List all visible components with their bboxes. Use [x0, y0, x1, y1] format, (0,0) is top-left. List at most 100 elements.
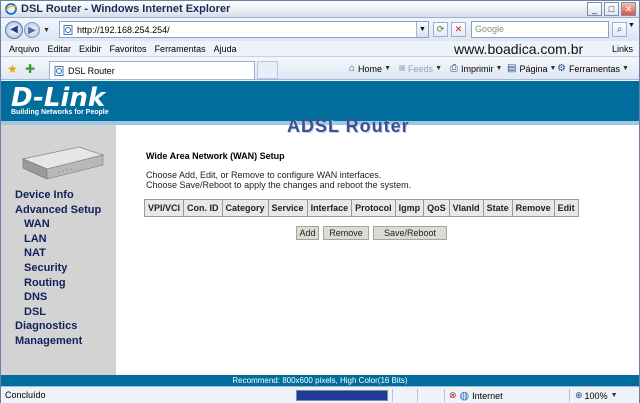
nav-dsl[interactable]: DSL — [15, 305, 101, 320]
page-viewport: D-Link Building Networks for People Devi… — [1, 81, 639, 386]
nav-diagnostics[interactable]: Diagnostics — [15, 319, 101, 334]
nav-dns[interactable]: DNS — [15, 290, 101, 305]
back-button[interactable]: ◀ — [5, 21, 23, 39]
col-igmp: Igmp — [394, 199, 425, 217]
feeds-dropdown-icon[interactable]: ▼ — [435, 65, 442, 72]
history-dropdown-icon[interactable]: ▼ — [43, 27, 50, 34]
page-button[interactable]: ▤ Página ▼ — [507, 63, 556, 74]
page-label: Página — [519, 63, 548, 74]
save-reboot-button[interactable]: Save/Reboot — [373, 226, 447, 240]
nav-device-info[interactable]: Device Info — [15, 188, 101, 203]
home-icon: ⌂ — [349, 63, 356, 74]
window-controls: _ □ ✕ — [587, 2, 636, 16]
status-separator — [417, 389, 418, 402]
favorites-star-icon[interactable]: ★ — [7, 62, 18, 76]
close-button[interactable]: ✕ — [621, 2, 636, 16]
col-edit: Edit — [553, 199, 579, 217]
page-dropdown-icon[interactable]: ▼ — [549, 65, 556, 72]
stop-icon[interactable]: ✕ — [451, 22, 466, 37]
links-toolbar[interactable]: Links — [612, 44, 633, 54]
address-dropdown-icon[interactable]: ▼ — [416, 22, 428, 37]
feeds-button[interactable]: ◙ Feeds ▼ — [399, 63, 442, 74]
page-menu-icon: ▤ — [507, 63, 517, 74]
status-text: Concluído — [5, 390, 46, 400]
wan-table-header-row: VPI/VCI Con. ID Category Service Interfa… — [143, 199, 579, 217]
new-tab-button[interactable] — [257, 61, 278, 79]
browser-window: DSL Router - Windows Internet Explorer _… — [0, 0, 640, 403]
zoom-control[interactable]: ⊕ 100% ▼ — [575, 390, 618, 401]
sidebar: Device Info Advanced Setup WAN LAN NAT S… — [1, 125, 116, 375]
home-dropdown-icon[interactable]: ▼ — [384, 65, 391, 72]
tab-toolbar: ★ ✚ DSL Router ⌂ Home ▼ ◙ Feeds ▼ ⎙ Impr… — [1, 58, 639, 80]
menu-editar[interactable]: Editar — [48, 44, 72, 54]
main-content: ADSL Router Wide Area Network (WAN) Setu… — [116, 116, 639, 375]
col-category: Category — [221, 199, 269, 217]
tools-button[interactable]: ⚙ Ferramentas ▼ — [557, 63, 629, 74]
dlink-banner: D-Link Building Networks for People — [1, 81, 639, 121]
progress-fill — [297, 391, 387, 400]
zoom-dropdown-icon[interactable]: ▼ — [611, 392, 618, 399]
menu-ajuda[interactable]: Ajuda — [214, 44, 237, 54]
wan-table: VPI/VCI Con. ID Category Service Interfa… — [143, 199, 579, 217]
refresh-icon[interactable]: ⟳ — [433, 22, 448, 37]
col-interface: Interface — [306, 199, 353, 217]
home-button[interactable]: ⌂ Home ▼ — [349, 63, 391, 74]
nav-nat[interactable]: NAT — [15, 246, 101, 261]
tools-label: Ferramentas — [568, 63, 620, 74]
menu-exibir[interactable]: Exibir — [79, 44, 102, 54]
action-buttons: Add Remove Save/Reboot — [296, 226, 451, 240]
search-icon[interactable]: ⌕ — [612, 22, 627, 37]
popup-blocked-icon: ⊗ — [449, 390, 457, 400]
zoom-level: 100% — [584, 390, 608, 401]
col-vlanid: VlanId — [448, 199, 484, 217]
status-separator — [569, 389, 570, 402]
remove-button[interactable]: Remove — [323, 226, 369, 240]
address-toolbar: ◀ ▶ ▼ http://192.168.254.254/ ▼ ⟳ ✕ Goog… — [1, 19, 639, 41]
section-description: Choose Add, Edit, or Remove to configure… — [146, 170, 411, 190]
print-button[interactable]: ⎙ Imprimir ▼ — [450, 63, 502, 74]
feeds-icon: ◙ — [399, 63, 406, 74]
feeds-label: Feeds — [408, 63, 434, 74]
col-qos: QoS — [423, 199, 450, 217]
nav-wan[interactable]: WAN — [15, 217, 101, 232]
status-separator — [392, 389, 393, 402]
page-heading: ADSL Router — [287, 116, 410, 136]
tab-dsl-router[interactable]: DSL Router — [49, 61, 255, 79]
add-favorite-icon[interactable]: ✚ — [25, 62, 35, 76]
print-dropdown-icon[interactable]: ▼ — [496, 65, 503, 72]
tab-label: DSL Router — [68, 65, 115, 76]
zoom-icon: ⊕ — [575, 390, 583, 400]
home-label: Home — [358, 63, 383, 74]
add-button[interactable]: Add — [296, 226, 319, 240]
status-separator — [444, 389, 445, 402]
menu-favoritos[interactable]: Favoritos — [110, 44, 147, 54]
minimize-button[interactable]: _ — [587, 2, 602, 16]
search-input[interactable]: Google — [471, 21, 609, 38]
col-state: State — [482, 199, 513, 217]
address-url[interactable]: http://192.168.254.254/ — [77, 25, 170, 35]
security-zone[interactable]: ⊗ ◍ Internet — [449, 389, 503, 402]
address-bar[interactable]: http://192.168.254.254/ ▼ — [59, 21, 429, 38]
tools-dropdown-icon[interactable]: ▼ — [622, 65, 629, 72]
maximize-button[interactable]: □ — [604, 2, 619, 16]
menu-ferramentas[interactable]: Ferramentas — [155, 44, 206, 54]
nav-routing[interactable]: Routing — [15, 276, 101, 291]
page-icon — [63, 24, 73, 35]
search-dropdown-icon[interactable]: ▼ — [628, 22, 635, 29]
print-label: Imprimir — [461, 63, 494, 74]
menu-arquivo[interactable]: Arquivo — [9, 44, 40, 54]
nav-advanced-setup[interactable]: Advanced Setup — [15, 203, 101, 218]
router-device-image — [21, 146, 105, 180]
nav-management[interactable]: Management — [15, 334, 101, 349]
status-bar: Concluído ⊗ ◍ Internet ⊕ 100% ▼ — [1, 386, 639, 403]
globe-icon: ◍ — [459, 390, 470, 402]
window-title: DSL Router - Windows Internet Explorer — [21, 3, 231, 15]
nav-lan[interactable]: LAN — [15, 232, 101, 247]
dlink-tagline: Building Networks for People — [11, 109, 109, 116]
forward-button[interactable]: ▶ — [24, 22, 40, 38]
zone-label: Internet — [472, 390, 503, 401]
progress-bar — [296, 390, 388, 401]
nav-security[interactable]: Security — [15, 261, 101, 276]
description-line-1: Choose Add, Edit, or Remove to configure… — [146, 170, 382, 180]
col-vpi-vci: VPI/VCI — [143, 199, 185, 217]
